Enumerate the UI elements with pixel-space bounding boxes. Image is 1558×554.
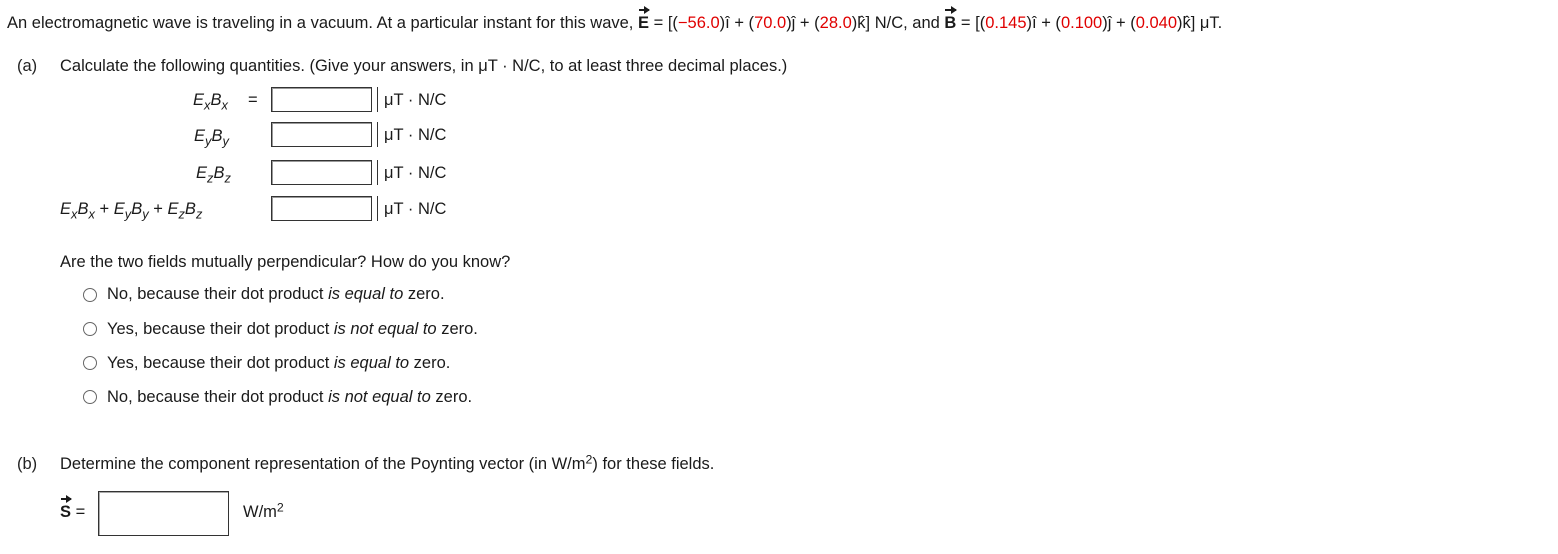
part-a-label: (a) <box>17 57 38 75</box>
dot-product-sum-unit-divider <box>377 196 378 221</box>
part-b-label: (b) <box>17 455 38 473</box>
b-z-value: 0.040 <box>1135 14 1177 32</box>
problem-statement: An electromagnetic wave is traveling in … <box>7 6 1223 32</box>
ez-bz-label: EzBz <box>196 164 231 186</box>
poynting-unit: W/m2 <box>243 500 284 521</box>
option-label-2[interactable]: Yes, because their dot product is not eq… <box>107 320 478 339</box>
part-b-instruction: Determine the component representation o… <box>60 452 715 473</box>
dot-product-sum-label: ExBx + EyBy + EzBz <box>60 200 203 222</box>
b-field-symbol: B <box>944 6 958 32</box>
ex-bx-label: ExBx <box>193 91 228 113</box>
ey-by-unit: μT · N/C <box>384 126 447 144</box>
option-label-4[interactable]: No, because their dot product is not equ… <box>107 388 472 407</box>
option-label-3[interactable]: Yes, because their dot product is equal … <box>107 354 450 373</box>
poynting-label: S = <box>60 495 86 521</box>
b-x-value: 0.145 <box>985 14 1027 32</box>
b-y-value: 0.100 <box>1060 14 1103 32</box>
ex-bx-unit-divider <box>377 87 378 112</box>
ey-by-label: EyBy <box>194 127 229 149</box>
ex-bx-equals: = <box>248 91 258 109</box>
option-radio-3[interactable] <box>83 356 97 370</box>
perpendicular-question: Are the two fields mutually perpendicula… <box>60 253 511 271</box>
ey-by-unit-divider <box>377 122 378 147</box>
problem-intro: An electromagnetic wave is traveling in … <box>7 14 634 32</box>
s-vector-symbol: S <box>60 495 73 521</box>
ex-bx-input[interactable] <box>271 87 372 112</box>
e-z-value: 28.0 <box>819 14 852 32</box>
dot-product-sum-input[interactable] <box>271 196 372 221</box>
e-field-symbol: E <box>637 6 651 32</box>
option-radio-4[interactable] <box>83 390 97 404</box>
ez-bz-unit: μT · N/C <box>384 164 447 182</box>
ez-bz-input[interactable] <box>271 160 372 185</box>
option-label-1[interactable]: No, because their dot product is equal t… <box>107 285 445 304</box>
ez-bz-unit-divider <box>377 160 378 185</box>
part-a-instruction: Calculate the following quantities. (Giv… <box>60 57 788 75</box>
e-x-value: −56.0 <box>677 14 720 32</box>
ex-bx-unit: μT · N/C <box>384 91 447 109</box>
option-radio-2[interactable] <box>83 322 97 336</box>
poynting-input[interactable] <box>98 491 229 536</box>
ey-by-input[interactable] <box>271 122 372 147</box>
dot-product-sum-unit: μT · N/C <box>384 200 447 218</box>
e-y-value: 70.0 <box>754 14 787 32</box>
option-radio-1[interactable] <box>83 288 97 302</box>
